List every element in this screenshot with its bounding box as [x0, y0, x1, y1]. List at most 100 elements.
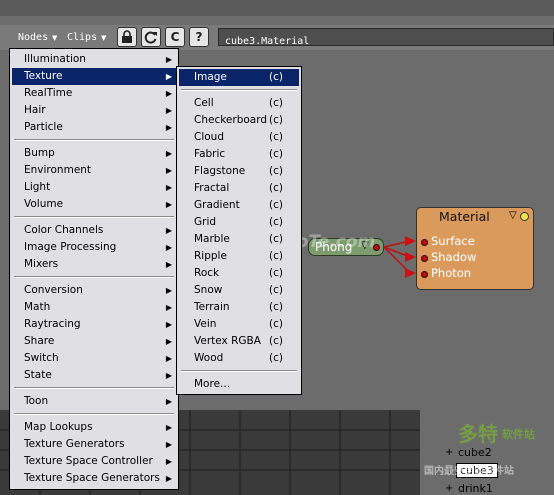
- node-menu-icon[interactable]: ▽: [509, 210, 517, 221]
- submenu-item-grid[interactable]: Grid (c): [179, 214, 299, 231]
- menu-item-share[interactable]: Share ▶: [12, 333, 176, 350]
- submenu-arrow-icon: ▶: [165, 149, 172, 158]
- submenu-item-fractal[interactable]: Fractal (c): [179, 180, 299, 197]
- submenu-item-label: Cell: [194, 97, 214, 109]
- submenu-item-checkerboard[interactable]: Checkerboard (c): [179, 112, 299, 129]
- menu-item-map-lookups[interactable]: Map Lookups ▶: [12, 419, 176, 436]
- submenu-item-ripple[interactable]: Ripple (c): [179, 248, 299, 265]
- menu-item-label: Map Lookups: [24, 421, 93, 433]
- menu-item-color-channels[interactable]: Color Channels ▶: [12, 222, 176, 239]
- submenu-item-marble[interactable]: Marble (c): [179, 231, 299, 248]
- menu-item-label: Bump: [24, 147, 55, 159]
- menu-item-label: Texture Space Generators: [24, 472, 160, 484]
- menu-item-texture[interactable]: Texture ▶: [12, 68, 176, 85]
- submenu-item-wood[interactable]: Wood (c): [179, 350, 299, 367]
- submenu-item-label: Wood: [194, 352, 224, 364]
- menu-item-label: Illumination: [24, 53, 86, 65]
- menu-item-state[interactable]: State ▶: [12, 367, 176, 384]
- menu-item-texture-space-generators[interactable]: Texture Space Generators ▶: [12, 470, 176, 487]
- menu-item-realtime[interactable]: RealTime ▶: [12, 85, 176, 102]
- menu-item-particle[interactable]: Particle ▶: [12, 119, 176, 136]
- menu-item-label: Volume: [24, 198, 64, 210]
- menu-item-image-processing[interactable]: Image Processing ▶: [12, 239, 176, 256]
- submenu-item-tag: (c): [269, 71, 283, 83]
- menu-item-label: Particle: [24, 121, 63, 133]
- submenu-item-flagstone[interactable]: Flagstone (c): [179, 163, 299, 180]
- submenu-item-snow[interactable]: Snow (c): [179, 282, 299, 299]
- menu-item-conversion[interactable]: Conversion ▶: [12, 282, 176, 299]
- submenu-arrow-icon: ▶: [165, 337, 172, 346]
- submenu-item-tag: (c): [269, 233, 283, 245]
- submenu-arrow-icon: ▶: [165, 200, 172, 209]
- submenu-item-vein[interactable]: Vein (c): [179, 316, 299, 333]
- watermark-logo: 多特: [458, 422, 498, 446]
- menu-separator: [14, 413, 174, 415]
- submenu-arrow-icon: ▶: [165, 457, 172, 466]
- menu-item-raytracing[interactable]: Raytracing ▶: [12, 316, 176, 333]
- submenu-item-vertex-rgba[interactable]: Vertex RGBA (c): [179, 333, 299, 350]
- submenu-item-tag: (c): [269, 165, 283, 177]
- watermark-tagline: 国内最安全的软件站: [424, 466, 514, 477]
- menu-item-hair[interactable]: Hair ▶: [12, 102, 176, 119]
- menu-item-label: Raytracing: [24, 318, 81, 330]
- submenu-item-label: Cloud: [194, 131, 224, 143]
- menu-item-texture-space-controller[interactable]: Texture Space Controller ▶: [12, 453, 176, 470]
- photon-port[interactable]: [421, 271, 428, 278]
- menu-item-texture-generators[interactable]: Texture Generators ▶: [12, 436, 176, 453]
- submenu-item-gradient[interactable]: Gradient (c): [179, 197, 299, 214]
- menu-item-environment[interactable]: Environment ▶: [12, 162, 176, 179]
- menu-item-label: Share: [24, 335, 55, 347]
- submenu-item-tag: (c): [269, 250, 283, 262]
- submenu-arrow-icon: ▶: [165, 166, 172, 175]
- surface-port[interactable]: [421, 239, 428, 246]
- texture-submenu: Image (c) Cell (c) Checkerboard (c) Cloud (c) Fa…: [176, 66, 302, 395]
- output-port-icon[interactable]: [520, 212, 529, 221]
- menu-item-bump[interactable]: Bump ▶: [12, 145, 176, 162]
- menu-item-mixers[interactable]: Mixers ▶: [12, 256, 176, 273]
- material-node[interactable]: Material ▽ Surface Shadow Photon: [416, 207, 534, 290]
- submenu-item-terrain[interactable]: Terrain (c): [179, 299, 299, 316]
- menu-separator: [14, 387, 174, 389]
- menu-item-illumination[interactable]: Illumination ▶: [12, 51, 176, 68]
- submenu-item-label: More...: [194, 378, 231, 390]
- menu-separator: [14, 276, 174, 278]
- menu-item-label: Texture Space Controller: [24, 455, 153, 467]
- menu-item-light[interactable]: Light ▶: [12, 179, 176, 196]
- submenu-item-label: Terrain: [194, 301, 230, 313]
- menu-item-label: Light: [24, 181, 51, 193]
- submenu-item-tag: (c): [269, 267, 283, 279]
- watermark-logo-sub: 软件站: [502, 428, 535, 441]
- submenu-item-label: Grid: [194, 216, 217, 228]
- submenu-arrow-icon: ▶: [165, 55, 172, 64]
- menu-separator: [181, 89, 297, 91]
- menu-item-switch[interactable]: Switch ▶: [12, 350, 176, 367]
- submenu-arrow-icon: ▶: [165, 260, 172, 269]
- submenu-arrow-icon: ▶: [165, 371, 172, 380]
- menu-item-toon[interactable]: Toon ▶: [12, 393, 176, 410]
- submenu-arrow-icon: ▶: [165, 286, 172, 295]
- submenu-item-more[interactable]: More...: [179, 376, 299, 393]
- submenu-item-label: Vertex RGBA: [194, 335, 261, 347]
- submenu-item-cell[interactable]: Cell (c): [179, 95, 299, 112]
- submenu-item-cloud[interactable]: Cloud (c): [179, 129, 299, 146]
- submenu-item-tag: (c): [269, 97, 283, 109]
- submenu-item-label: Vein: [194, 318, 217, 330]
- submenu-item-rock[interactable]: Rock (c): [179, 265, 299, 282]
- submenu-item-tag: (c): [269, 114, 283, 126]
- submenu-arrow-icon: ▶: [165, 440, 172, 449]
- submenu-item-image[interactable]: Image (c): [179, 69, 299, 86]
- menu-item-label: Texture Generators: [24, 438, 125, 450]
- shadow-port[interactable]: [421, 255, 428, 262]
- submenu-arrow-icon: ▶: [165, 89, 172, 98]
- submenu-item-fabric[interactable]: Fabric (c): [179, 146, 299, 163]
- menu-item-volume[interactable]: Volume ▶: [12, 196, 176, 213]
- port-photon: Photon: [431, 266, 472, 280]
- submenu-item-label: Image: [194, 71, 227, 83]
- menu-item-label: Image Processing: [24, 241, 117, 253]
- submenu-item-label: Marble: [194, 233, 230, 245]
- submenu-arrow-icon: ▶: [165, 397, 172, 406]
- menu-item-math[interactable]: Math ▶: [12, 299, 176, 316]
- submenu-item-label: Flagstone: [194, 165, 246, 177]
- menu-separator: [14, 139, 174, 141]
- submenu-item-tag: (c): [269, 182, 283, 194]
